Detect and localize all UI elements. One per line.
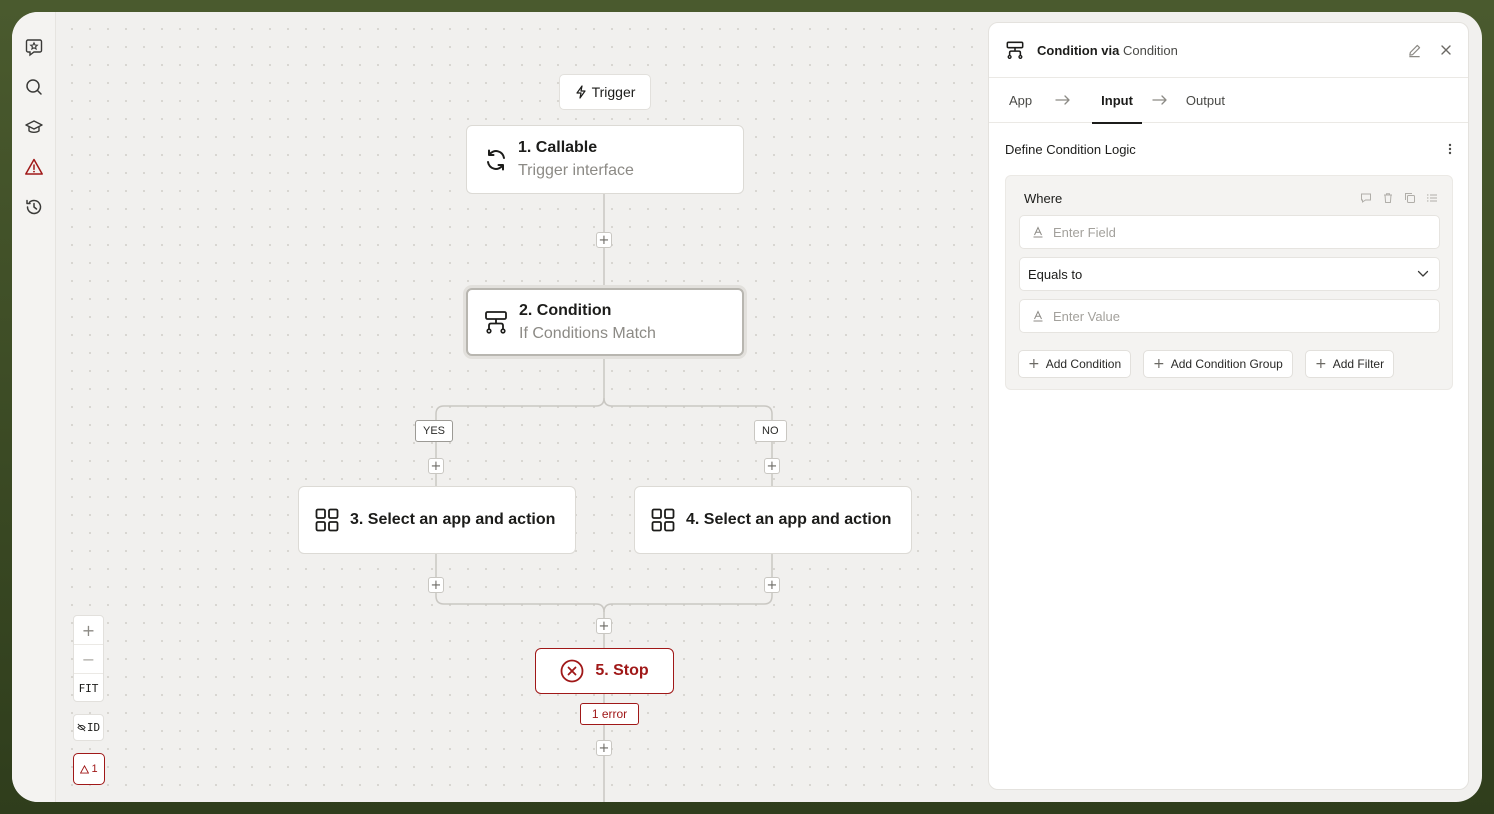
operator-select[interactable]: Equals to: [1019, 257, 1440, 291]
error-badge[interactable]: 1 error: [580, 703, 639, 725]
lightning-icon: [575, 85, 586, 99]
refresh-icon: [487, 149, 505, 170]
condition-branch-icon: [485, 311, 507, 334]
field-input[interactable]: Enter Field: [1019, 215, 1440, 249]
warning-count: 1: [91, 763, 98, 775]
tab-app[interactable]: App: [1009, 93, 1032, 108]
add-filter-label: Add Filter: [1332, 357, 1385, 371]
node-title: 4. Select an app and action: [686, 511, 892, 528]
zoom-controls: + − FIT: [73, 615, 104, 702]
arrow-right-icon: [1152, 95, 1167, 105]
duplicate-icon[interactable]: [1404, 192, 1416, 204]
add-step-button[interactable]: +: [596, 740, 612, 756]
field-placeholder: Enter Field: [1053, 224, 1116, 240]
toggle-id-label: ID: [86, 721, 101, 734]
chevron-down-icon: [1417, 270, 1429, 277]
node-condition[interactable]: 2. Condition If Conditions Match: [466, 288, 744, 356]
add-step-button[interactable]: +: [428, 577, 444, 593]
star-chat-icon[interactable]: [22, 35, 46, 59]
node-subtitle: Trigger interface: [518, 162, 634, 179]
panel-tabs: App Input Output: [989, 78, 1468, 124]
app-window: Trigger 1. Callable Trigger interface +: [12, 12, 1482, 802]
add-condition-group-label: Add Condition Group: [1170, 357, 1283, 371]
sidebar: [12, 12, 56, 802]
node-select-app-yes[interactable]: 3. Select an app and action: [298, 486, 576, 554]
branch-yes-tag: YES: [415, 420, 454, 442]
add-step-button[interactable]: +: [428, 458, 444, 474]
trigger-chip[interactable]: Trigger: [559, 74, 651, 110]
history-icon[interactable]: [22, 195, 46, 219]
trigger-label: Trigger: [591, 84, 636, 100]
panel-title: Condition via Condition: [1037, 43, 1178, 58]
plus-icon: +: [1315, 356, 1327, 372]
text-type-icon: [1033, 226, 1043, 238]
tab-input[interactable]: Input: [1092, 78, 1142, 124]
tab-output[interactable]: Output: [1186, 93, 1225, 108]
plus-icon: +: [1153, 356, 1165, 372]
value-placeholder: Enter Value: [1053, 308, 1120, 324]
node-stop[interactable]: 5. Stop: [535, 648, 674, 694]
add-condition-button[interactable]: + Add Condition: [1018, 350, 1132, 378]
arrow-right-icon: [1055, 95, 1070, 105]
panel-title-app: Condition: [1122, 42, 1178, 58]
text-type-icon: [1033, 310, 1043, 322]
group-label: Where: [1024, 191, 1063, 206]
node-title: 5. Stop: [595, 662, 649, 679]
trash-icon[interactable]: [1382, 192, 1394, 204]
add-condition-group-button[interactable]: + Add Condition Group: [1143, 350, 1293, 378]
add-filter-button[interactable]: + Add Filter: [1305, 350, 1395, 378]
panel-title-prefix: Condition via: [1037, 42, 1120, 58]
toggle-id-button[interactable]: ID: [73, 714, 104, 741]
branch-no-tag: NO: [754, 420, 787, 442]
list-icon[interactable]: [1426, 192, 1438, 204]
edit-pencil-icon[interactable]: [1407, 43, 1422, 58]
close-icon[interactable]: [1440, 44, 1452, 56]
node-select-app-no[interactable]: 4. Select an app and action: [634, 486, 912, 554]
section-title: Define Condition Logic: [1005, 141, 1136, 157]
add-step-button[interactable]: +: [596, 618, 612, 634]
add-step-button[interactable]: +: [764, 458, 780, 474]
condition-branch-icon: [1006, 41, 1024, 60]
group-actions: [1360, 192, 1438, 204]
value-input[interactable]: Enter Value: [1019, 299, 1440, 333]
operator-value: Equals to: [1028, 266, 1083, 282]
plus-icon: +: [1028, 356, 1040, 372]
graduation-cap-icon[interactable]: [22, 115, 46, 139]
node-callable[interactable]: 1. Callable Trigger interface: [466, 125, 744, 194]
panel-header: Condition via Condition: [989, 23, 1468, 78]
add-condition-label: Add Condition: [1045, 357, 1122, 371]
add-step-button[interactable]: +: [596, 232, 612, 248]
add-step-button[interactable]: +: [764, 577, 780, 593]
zoom-in-button[interactable]: +: [74, 616, 103, 645]
warning-icon: [80, 764, 90, 774]
more-vertical-icon[interactable]: [1448, 143, 1452, 155]
node-title: 1. Callable: [518, 139, 598, 156]
node-title: 3. Select an app and action: [350, 511, 556, 528]
stop-circle-icon: [560, 659, 584, 683]
comment-icon[interactable]: [1360, 192, 1372, 204]
condition-group: Where Enter Field Equals to Enter Value …: [1005, 175, 1453, 390]
condition-section: Define Condition Logic Where Enter Field: [989, 123, 1468, 390]
apps-grid-icon: [651, 508, 675, 532]
search-icon[interactable]: [22, 75, 46, 99]
eye-off-icon: [77, 723, 86, 732]
node-title: 2. Condition: [519, 301, 612, 319]
warning-icon[interactable]: [22, 155, 46, 179]
zoom-out-button[interactable]: −: [74, 645, 103, 674]
warnings-button[interactable]: 1: [73, 753, 105, 785]
tab-input-label: Input: [1101, 92, 1133, 108]
node-subtitle: If Conditions Match: [519, 324, 656, 342]
fit-view-button[interactable]: FIT: [74, 674, 103, 702]
step-config-panel: Condition via Condition App Input Output…: [988, 22, 1469, 790]
apps-grid-icon: [315, 508, 339, 532]
workflow-canvas[interactable]: Trigger 1. Callable Trigger interface +: [57, 12, 987, 802]
